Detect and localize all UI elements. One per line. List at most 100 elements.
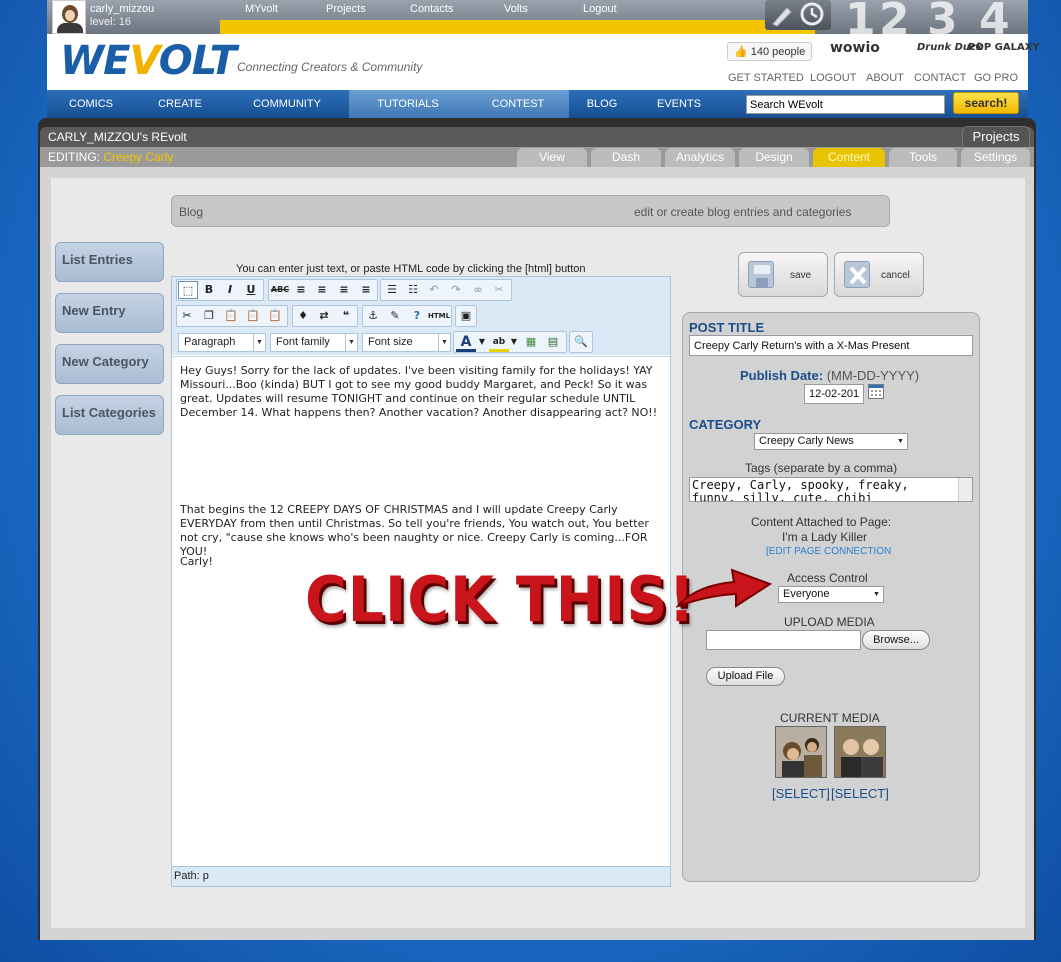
nav-blog[interactable]: BLOG xyxy=(576,90,628,118)
tags-input[interactable]: Creepy, Carly, spooky, freaky, funny, sil… xyxy=(689,477,973,502)
format-select[interactable]: Paragraph ▼ xyxy=(178,333,266,352)
select-media-2-link[interactable]: [SELECT] xyxy=(831,786,889,801)
edit-page-connection-link[interactable]: [EDIT PAGE CONNECTION xyxy=(766,546,891,557)
copy-icon[interactable]: ❐ xyxy=(199,307,219,325)
post-paragraph-2: That begins the 12 CREEPY DAYS OF CHRIST… xyxy=(180,503,649,558)
editor-hint: You can enter just text, or paste HTML c… xyxy=(236,263,586,275)
tab-settings[interactable]: Settings xyxy=(961,148,1030,167)
upload-file-path[interactable] xyxy=(706,630,861,650)
replace-icon[interactable]: ⇄ xyxy=(314,307,334,325)
media-thumbnail-2[interactable] xyxy=(834,726,886,778)
tab-dash[interactable]: Dash xyxy=(591,148,661,167)
strikethrough-button[interactable]: ABC xyxy=(270,281,290,299)
tools-icon[interactable] xyxy=(765,0,831,30)
paste-word-icon[interactable]: 📋 xyxy=(265,307,285,325)
header-link-logout[interactable]: LOGOUT xyxy=(810,72,856,84)
browse-button[interactable]: Browse... xyxy=(862,630,930,650)
cancel-button[interactable]: cancel xyxy=(834,252,924,297)
select-media-1-link[interactable]: [SELECT] xyxy=(772,786,830,801)
html-button[interactable]: HTML xyxy=(428,307,450,325)
access-control-select[interactable]: Everyone ▼ xyxy=(778,586,884,603)
align-center-icon[interactable]: ≡ xyxy=(312,281,332,299)
header-link-contact[interactable]: CONTACT xyxy=(914,72,966,84)
tab-design[interactable]: Design xyxy=(739,148,809,167)
nav-tutorials[interactable]: TUTORIALS xyxy=(366,90,450,118)
align-right-icon[interactable]: ≡ xyxy=(334,281,354,299)
nav-create[interactable]: CREATE xyxy=(145,90,215,118)
redo-icon[interactable]: ↷ xyxy=(446,281,466,299)
bold-button[interactable]: B xyxy=(199,281,219,299)
font-family-select[interactable]: Font family ▼ xyxy=(270,333,358,352)
style-icon[interactable]: ⬚ xyxy=(178,281,198,299)
help-icon[interactable]: ? xyxy=(407,307,427,325)
nav-comics[interactable]: COMICS xyxy=(55,90,127,118)
topnav-volts[interactable]: Volts xyxy=(504,3,528,15)
justify-icon[interactable]: ≡ xyxy=(356,281,376,299)
avatar[interactable] xyxy=(52,0,86,34)
tab-view[interactable]: View xyxy=(517,148,587,167)
cleanup-icon[interactable]: ✎ xyxy=(385,307,405,325)
nav-events[interactable]: EVENTS xyxy=(650,90,708,118)
paste-icon[interactable]: 📋 xyxy=(221,307,241,325)
wevolt-logo[interactable]: WEVOLT xyxy=(60,38,237,84)
highlight-icon[interactable]: ab xyxy=(489,333,509,352)
publish-date-input[interactable] xyxy=(804,384,864,404)
undo-icon[interactable]: ↶ xyxy=(424,281,444,299)
editing-project[interactable]: Creepy Carly xyxy=(103,150,173,164)
blockquote-icon[interactable]: ❝ xyxy=(336,307,356,325)
tab-tools[interactable]: Tools xyxy=(889,148,957,167)
partner-pop-galaxy[interactable]: POP GALAXY xyxy=(968,42,1040,53)
italic-button[interactable]: I xyxy=(220,281,240,299)
post-title-input[interactable] xyxy=(689,335,973,356)
media-icon[interactable]: ▤ xyxy=(543,333,563,351)
save-button[interactable]: save xyxy=(738,252,828,297)
new-category-button[interactable]: New Category xyxy=(55,344,164,384)
header-link-go-pro[interactable]: GO PRO xyxy=(974,72,1018,84)
partner-wowio[interactable]: wowio xyxy=(830,40,880,56)
tab-analytics[interactable]: Analytics xyxy=(665,148,735,167)
blog-description: edit or create blog entries and categori… xyxy=(634,205,852,219)
image-icon[interactable]: ▦ xyxy=(521,333,541,351)
calendar-icon[interactable] xyxy=(868,384,884,399)
paste-text-icon[interactable]: 📋 xyxy=(243,307,263,325)
topnav-contacts[interactable]: Contacts xyxy=(410,3,453,15)
highlight-dropdown-icon[interactable]: ▼ xyxy=(509,333,519,351)
cut-icon[interactable]: ✂ xyxy=(177,307,197,325)
username: carly_mizzou xyxy=(90,3,155,15)
unlink-icon[interactable]: ✂ xyxy=(489,281,509,299)
align-left-icon[interactable]: ≡ xyxy=(291,281,311,299)
topnav-logout[interactable]: Logout xyxy=(583,3,617,15)
tab-content[interactable]: Content xyxy=(813,148,885,167)
anchor-icon[interactable]: ⚓ xyxy=(363,307,383,325)
nav-contest[interactable]: CONTEST xyxy=(484,90,552,118)
path-element[interactable]: p xyxy=(203,870,209,882)
numbered-list-icon[interactable]: ☷ xyxy=(403,281,423,299)
topnav-projects[interactable]: Projects xyxy=(326,3,366,15)
nav-community[interactable]: COMMUNITY xyxy=(245,90,329,118)
list-categories-button[interactable]: List Categories xyxy=(55,395,164,435)
post-paragraph-1: Hey Guys! Sorry for the lack of updates.… xyxy=(180,364,658,419)
header-link-about[interactable]: ABOUT xyxy=(866,72,904,84)
topnav-myvolt[interactable]: MYvolt xyxy=(245,3,278,15)
user-level: level: 16 xyxy=(90,16,131,28)
header-link-get-started[interactable]: GET STARTED xyxy=(728,72,804,84)
category-select[interactable]: Creepy Carly News ▼ xyxy=(754,433,908,450)
fullscreen-icon[interactable]: ▣ xyxy=(456,307,476,325)
link-icon[interactable]: ∞ xyxy=(468,281,488,299)
search-input[interactable] xyxy=(746,95,945,114)
text-color-icon[interactable]: A xyxy=(456,333,476,352)
list-entries-button[interactable]: List Entries xyxy=(55,242,164,282)
find-icon[interactable]: ♦ xyxy=(293,307,313,325)
search-button[interactable]: search! xyxy=(953,92,1019,114)
new-entry-button[interactable]: New Entry xyxy=(55,293,164,333)
text-color-dropdown-icon[interactable]: ▼ xyxy=(477,333,487,351)
font-size-select[interactable]: Font size ▼ xyxy=(362,333,451,352)
projects-tab[interactable]: Projects xyxy=(962,126,1030,147)
media-thumbnail-1[interactable] xyxy=(775,726,827,778)
underline-button[interactable]: U xyxy=(241,281,261,299)
facebook-like-button[interactable]: 👍 140 people xyxy=(727,42,813,61)
preview-icon[interactable]: 🔍 xyxy=(571,333,591,351)
bullet-list-icon[interactable]: ☰ xyxy=(382,281,402,299)
post-title-label: POST TITLE xyxy=(689,320,765,335)
upload-file-button[interactable]: Upload File xyxy=(706,667,785,686)
